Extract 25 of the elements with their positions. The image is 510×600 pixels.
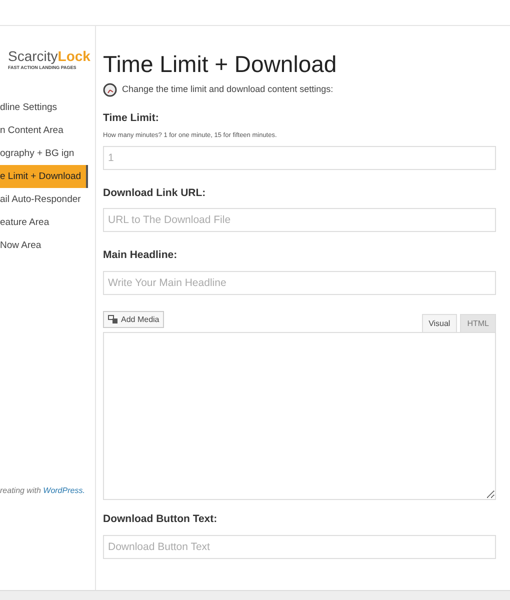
- add-media-button[interactable]: Add Media: [103, 311, 164, 328]
- input-field[interactable]: Write Your Main Headline: [103, 271, 496, 295]
- field-label: Download Link URL:: [103, 186, 207, 200]
- sidebar-item[interactable]: Now Area: [0, 234, 88, 257]
- footer-text: reating with: [0, 486, 42, 495]
- editor-tab[interactable]: HTML: [460, 314, 496, 332]
- input-field[interactable]: URL to The Download File: [103, 208, 496, 232]
- field-label: Main Headline:: [103, 248, 178, 264]
- sidebar-item[interactable]: ography + BG ign: [0, 142, 88, 165]
- page-description: Change the time limit and download content settings:: [122, 83, 334, 96]
- sidebar-item[interactable]: ail Auto-Responder: [0, 188, 88, 211]
- field-label: Time Limit:: [103, 111, 160, 126]
- editor-area[interactable]: [103, 332, 496, 500]
- media-icon: [108, 315, 118, 324]
- editor-tab[interactable]: Visual: [422, 314, 458, 332]
- sidebar-item[interactable]: dline Settings: [0, 96, 88, 119]
- page-title: Time Limit + Download: [103, 50, 338, 79]
- clock-icon: [103, 83, 117, 97]
- input-field[interactable]: Download Button Text: [103, 534, 496, 559]
- logo-name: ScarcityLock: [8, 48, 92, 65]
- wordpress-link[interactable]: WordPress.: [43, 486, 85, 495]
- sidebar-item[interactable]: n Content Area: [0, 119, 88, 142]
- sidebar-item[interactable]: eature Area: [0, 211, 88, 234]
- field-label: Download Button Text:: [103, 512, 218, 527]
- sidebar-item[interactable]: e Limit + Download: [0, 165, 88, 188]
